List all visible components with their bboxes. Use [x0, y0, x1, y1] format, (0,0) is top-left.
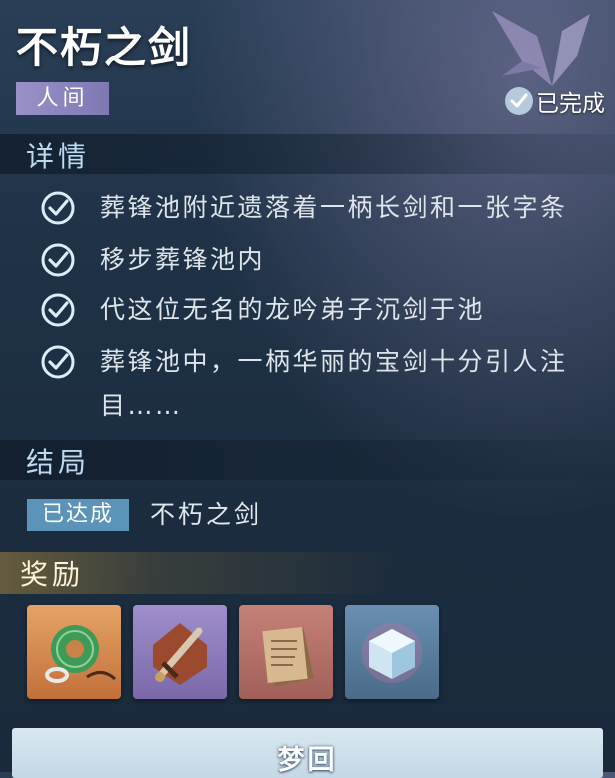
dagger-icon [133, 605, 227, 699]
detail-step: 葬锋池附近遗落着一柄长剑和一张字条 [40, 186, 610, 230]
reward-item-ice-cube[interactable] [345, 605, 439, 699]
detail-step: 葬锋池中，一柄华丽的宝剑十分引人注目…… [40, 340, 610, 428]
rewards-heading: 奖励 [20, 558, 85, 591]
detail-step: 移步葬锋池内 [40, 238, 610, 282]
detail-step: 代这位无名的龙吟弟子沉剑于池 [40, 288, 610, 332]
quest-title: 不朽之剑 [16, 23, 193, 72]
rewards-header-bar [0, 552, 615, 594]
detail-step-text: 代这位无名的龙吟弟子沉剑于池 [100, 295, 486, 324]
emblem-icon [492, 11, 590, 86]
detail-step-text: 葬锋池中，一柄华丽的宝剑十分引人注目…… [100, 347, 568, 420]
reward-item-jade-pendant[interactable] [27, 605, 121, 699]
ending-header-bar [0, 440, 615, 480]
check-circle-icon [41, 191, 75, 225]
check-circle-icon [41, 345, 75, 379]
dream-return-label: 梦回 [277, 745, 338, 776]
document-icon [239, 605, 333, 699]
completion-status: 已完成 [505, 84, 605, 118]
ending-heading: 结局 [26, 446, 91, 479]
details-header-bar [0, 134, 615, 174]
detail-step-text: 移步葬锋池内 [100, 245, 266, 274]
ending-name: 不朽之剑 [150, 500, 263, 529]
check-circle-icon [41, 293, 75, 327]
ending-achieved-badge: 已达成 [27, 499, 129, 531]
reward-item-dagger[interactable] [133, 605, 227, 699]
detail-step-text: 葬锋池附近遗落着一柄长剑和一张字条 [100, 193, 568, 222]
status-label: 已完成 [536, 91, 605, 117]
ice-cube-icon [345, 605, 439, 699]
details-heading: 详情 [26, 140, 91, 173]
check-circle-icon [41, 243, 75, 277]
dream-return-button[interactable]: 梦回 [12, 728, 603, 778]
reward-item-document[interactable] [239, 605, 333, 699]
checkmark-icon [505, 87, 533, 115]
realm-tag: 人间 [16, 82, 109, 115]
jade-pendant-icon [27, 605, 121, 699]
